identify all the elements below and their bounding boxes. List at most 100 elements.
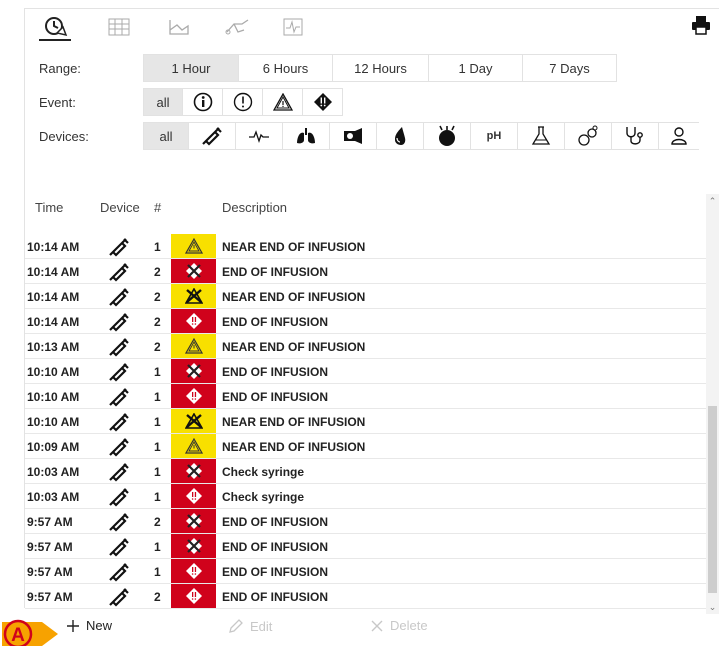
time-column-header[interactable]: Time (35, 200, 63, 215)
device-stethoscope-button[interactable] (612, 122, 659, 150)
range-option-1-hour[interactable]: 1 Hour (143, 54, 239, 82)
row-severity (171, 334, 216, 358)
table-row[interactable]: 10:14 AM 2 END OF INFUSION (25, 309, 707, 334)
row-time: 10:10 AM (27, 415, 80, 429)
row-severity (171, 434, 216, 458)
row-time: 10:03 AM (27, 465, 80, 479)
device-column-header[interactable]: Device (100, 200, 140, 215)
chart-icon[interactable] (163, 13, 195, 41)
event-warning-button[interactable] (263, 88, 303, 116)
table-row[interactable]: 10:14 AM 2 END OF INFUSION (25, 259, 707, 284)
printer-icon[interactable] (691, 15, 711, 40)
table-row[interactable]: 10:13 AM 2 NEAR END OF INFUSION (25, 334, 707, 359)
row-count: 2 (154, 340, 161, 354)
row-description: END OF INFUSION (222, 315, 329, 329)
table-row[interactable]: 10:10 AM 1 NEAR END OF INFUSION (25, 409, 707, 434)
row-count: 1 (154, 490, 161, 504)
syringe-icon (109, 388, 129, 407)
clock-alarm-icon[interactable] (39, 13, 71, 41)
alarm-cancelled-icon (185, 513, 202, 529)
range-option-12-hours[interactable]: 12 Hours (333, 54, 429, 82)
table-row[interactable]: 9:57 AM 2 END OF INFUSION (25, 584, 707, 609)
syringe-icon (109, 363, 129, 382)
row-severity (171, 534, 216, 558)
table-row[interactable]: 10:14 AM 2 NEAR END OF INFUSION (25, 284, 707, 309)
device-ph-button[interactable]: pH (471, 122, 518, 150)
view-toolbar (25, 9, 719, 49)
device-pump-button[interactable] (330, 122, 377, 150)
row-description: NEAR END OF INFUSION (222, 240, 366, 254)
event-all-button[interactable]: all (143, 88, 183, 116)
range-option-1-day[interactable]: 1 Day (429, 54, 523, 82)
table-row[interactable]: 10:14 AM 1 NEAR END OF INFUSION (25, 234, 707, 259)
event-info-button[interactable] (183, 88, 223, 116)
row-time: 10:14 AM (27, 265, 80, 279)
event-exclamation-button[interactable] (223, 88, 263, 116)
row-severity (171, 359, 216, 383)
alarm-diamond-icon (185, 313, 202, 329)
syringe-icon (109, 563, 129, 582)
range-option-7-days[interactable]: 7 Days (523, 54, 617, 82)
info-icon (193, 92, 212, 112)
devices-all-button[interactable]: all (143, 122, 189, 150)
row-description: END OF INFUSION (222, 365, 329, 379)
device-person-button[interactable] (659, 122, 699, 150)
table-row[interactable]: 10:09 AM 1 NEAR END OF INFUSION (25, 434, 707, 459)
edit-button[interactable]: Edit (228, 618, 272, 634)
syringe-icon (109, 538, 129, 557)
range-row: Range: 1 Hour 6 Hours 12 Hours 1 Day 7 D… (25, 54, 719, 82)
close-icon (371, 620, 383, 631)
table-row[interactable]: 9:57 AM 2 END OF INFUSION (25, 509, 707, 534)
delete-button[interactable]: Delete (370, 618, 428, 633)
table-row[interactable]: 10:10 AM 1 END OF INFUSION (25, 359, 707, 384)
range-option-6-hours[interactable]: 6 Hours (239, 54, 333, 82)
alarm-cancelled-icon (185, 538, 202, 554)
row-severity (171, 234, 216, 258)
device-ecg-button[interactable] (236, 122, 283, 150)
row-count: 1 (154, 365, 161, 379)
device-bomb-button[interactable] (424, 122, 471, 150)
delete-button-label: Delete (390, 618, 428, 633)
waveform-icon[interactable] (277, 13, 309, 41)
event-alarm-button[interactable] (303, 88, 343, 116)
table-row[interactable]: 10:03 AM 1 Check syringe (25, 459, 707, 484)
row-description: END OF INFUSION (222, 590, 329, 604)
row-description: NEAR END OF INFUSION (222, 440, 366, 454)
row-time: 10:13 AM (27, 340, 80, 354)
device-lungs-button[interactable] (283, 122, 330, 150)
alarm-diamond-icon (313, 93, 332, 111)
count-column-header[interactable]: # (154, 200, 161, 215)
scroll-thumb[interactable] (708, 406, 717, 593)
device-flask-button[interactable] (518, 122, 565, 150)
row-description: END OF INFUSION (222, 515, 329, 529)
syringe-icon (109, 488, 129, 507)
row-description: NEAR END OF INFUSION (222, 415, 366, 429)
table-row[interactable]: 10:10 AM 1 END OF INFUSION (25, 384, 707, 409)
row-severity (171, 284, 216, 308)
callout-marker: A (2, 619, 58, 646)
table-row[interactable]: 10:03 AM 1 Check syringe (25, 484, 707, 509)
row-count: 1 (154, 440, 161, 454)
pencil-icon (229, 619, 243, 633)
row-severity (171, 509, 216, 533)
table-row[interactable]: 9:57 AM 1 END OF INFUSION (25, 534, 707, 559)
device-syringe-button[interactable] (189, 122, 236, 150)
description-column-header[interactable]: Description (222, 200, 287, 215)
stethoscope-icon[interactable] (221, 13, 253, 41)
device-drop-button[interactable] (377, 122, 424, 150)
row-count: 1 (154, 565, 161, 579)
new-button[interactable]: New (66, 618, 112, 633)
list-scrollbar[interactable]: ⌃ ⌄ (706, 194, 719, 614)
row-severity (171, 259, 216, 283)
ecg-icon (249, 130, 269, 144)
grid-icon[interactable] (103, 13, 135, 41)
alarm-cancelled-icon (185, 263, 202, 279)
warning-cancelled-icon (184, 288, 203, 304)
alarm-history-panel: Range: 1 Hour 6 Hours 12 Hours 1 Day 7 D… (24, 8, 719, 614)
device-gas-button[interactable] (565, 122, 612, 150)
scroll-up-icon[interactable]: ⌃ (708, 196, 717, 206)
action-bar: New Edit Delete (0, 608, 719, 646)
row-severity (171, 459, 216, 483)
table-row[interactable]: 9:57 AM 1 END OF INFUSION (25, 559, 707, 584)
event-list: Time Device # Description 10:14 AM 1 NEAR … (25, 194, 707, 609)
